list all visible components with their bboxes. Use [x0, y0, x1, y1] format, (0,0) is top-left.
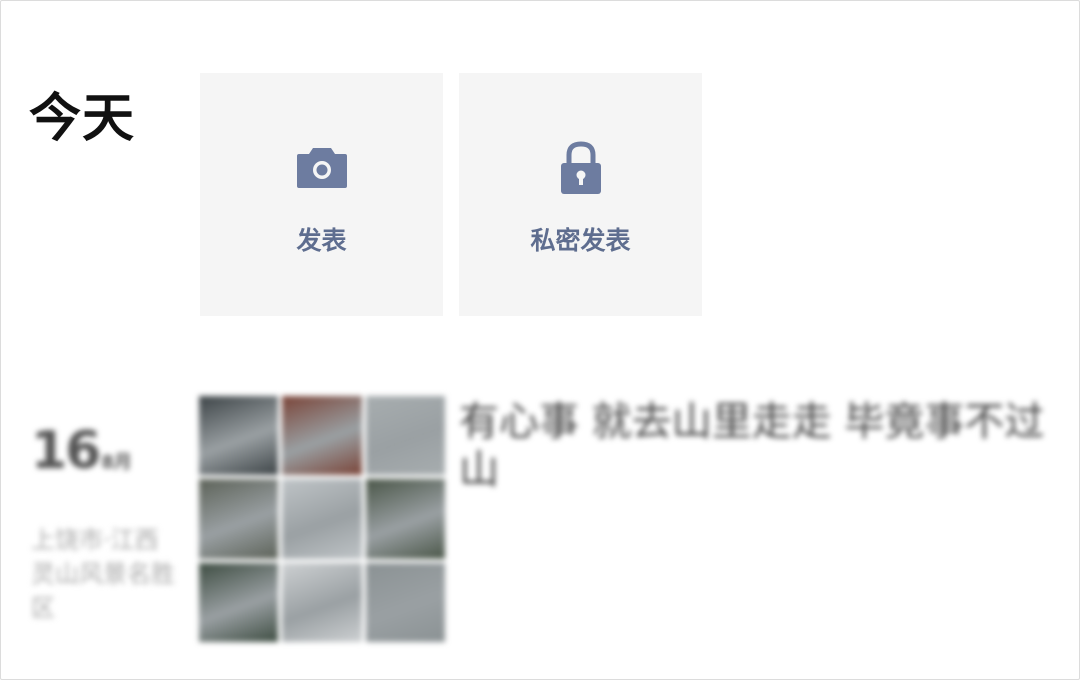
photo-thumbnail[interactable] — [365, 396, 445, 476]
photo-thumbnail[interactable] — [199, 479, 279, 559]
post-text[interactable]: 有心事 就去山里走走 毕竟事不过山 — [459, 398, 1059, 494]
post-location[interactable]: 上饶市·江西灵山风景名胜区 — [31, 523, 176, 625]
post-photo-grid[interactable] — [199, 396, 445, 642]
camera-icon — [296, 148, 347, 188]
photo-thumbnail[interactable] — [282, 562, 362, 642]
private-publish-label: 私密发表 — [530, 226, 631, 255]
post-date: 16 8月 — [31, 425, 132, 477]
private-publish-button[interactable]: 私密发表 — [459, 73, 702, 316]
publish-button[interactable]: 发表 — [200, 73, 443, 316]
publish-label: 发表 — [296, 226, 347, 255]
photo-thumbnail[interactable] — [199, 562, 279, 642]
post-day: 16 — [31, 421, 101, 481]
photo-thumbnail[interactable] — [282, 479, 362, 559]
photo-thumbnail[interactable] — [365, 562, 445, 642]
photo-thumbnail[interactable] — [199, 396, 279, 476]
today-heading: 今天 — [29, 89, 136, 149]
photo-thumbnail[interactable] — [282, 396, 362, 476]
moments-timeline: 今天 发表 私密发表 16 8月 上饶市·江西灵山风景名胜区 有心事 就去山里走走… — [0, 0, 1080, 680]
lock-icon — [560, 141, 601, 194]
photo-thumbnail[interactable] — [365, 479, 445, 559]
post-month: 8月 — [101, 452, 132, 473]
